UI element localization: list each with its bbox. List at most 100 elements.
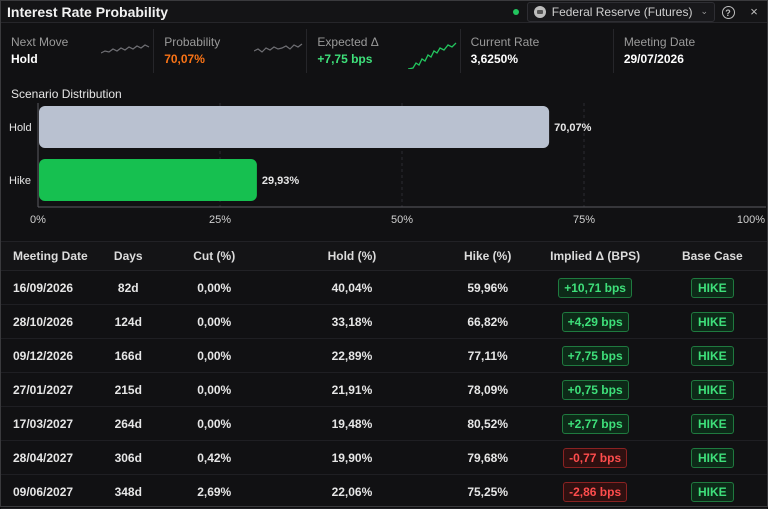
table-row[interactable]: 28/04/2027 306d 0,42% 19,90% 79,68% -0,77 bps… xyxy=(1,441,767,475)
cell-implied: -0,77 bps xyxy=(533,447,658,468)
close-button[interactable]: × xyxy=(741,4,767,19)
cell-meeting-date: 16/09/2026 xyxy=(13,280,74,295)
cell-implied: +7,75 bps xyxy=(533,345,658,366)
bar-hike[interactable] xyxy=(39,159,257,201)
table-row[interactable]: 27/01/2027 215d 0,00% 21,91% 78,09% +0,75 bps… xyxy=(1,373,767,407)
bar-value-label: 70,07% xyxy=(554,122,592,134)
cell-cut: 0,00% xyxy=(197,314,232,329)
cell-hold: 40,04% xyxy=(331,280,373,295)
cell-days: 264d xyxy=(114,416,142,431)
sparkline-icon xyxy=(407,42,457,69)
widget-header: Interest Rate Probability Federal Reserv… xyxy=(1,1,767,23)
metric-label: Meeting Date xyxy=(623,35,696,49)
cell-hike: 59,96% xyxy=(467,280,509,295)
metric-value: 29/07/2026 xyxy=(623,52,684,66)
base-case-badge: HIKE xyxy=(690,447,734,468)
x-tick-label: 75% xyxy=(573,214,595,226)
cell-hold: 22,06% xyxy=(331,484,373,499)
cell-implied: -2,86 bps xyxy=(533,481,658,502)
cell-base-case: HIKE xyxy=(658,345,767,366)
cell-cut: 0,00% xyxy=(197,416,232,431)
cell-days: 166d xyxy=(114,348,142,363)
implied-bps-badge: +7,75 bps xyxy=(561,345,629,366)
cell-days: 124d xyxy=(114,314,142,329)
metric-meeting-date: Meeting Date 29/07/2026 xyxy=(614,29,767,73)
meetings-table: Meeting Date Days Cut (%) Hold (%) Hike … xyxy=(1,241,767,509)
scenario-title: Scenario Distribution xyxy=(11,87,122,101)
cell-hold: 33,18% xyxy=(331,314,373,329)
x-tick-label: 50% xyxy=(391,214,413,226)
table-row[interactable]: 17/03/2027 264d 0,00% 19,48% 80,52% +2,77 bps… xyxy=(1,407,767,441)
cell-days: 348d xyxy=(114,484,142,499)
cell-days: 306d xyxy=(114,450,142,465)
cell-hike: 77,11% xyxy=(467,348,508,363)
category-label: Hike xyxy=(9,175,31,187)
cell-cut: 0,00% xyxy=(197,382,232,397)
header-cut[interactable]: Cut (%) xyxy=(167,249,261,263)
metrics-bar: Next Move Hold Probability 70,07% Expect… xyxy=(1,29,767,73)
table-row[interactable]: 28/10/2026 124d 0,00% 33,18% 66,82% +4,29 bps… xyxy=(1,305,767,339)
cell-cut: 0,00% xyxy=(197,280,232,295)
cell-base-case: HIKE xyxy=(658,413,767,434)
base-case-badge: HIKE xyxy=(690,481,734,502)
table-row[interactable]: 16/09/2026 82d 0,00% 40,04% 59,96% +10,71 bps… xyxy=(1,271,767,305)
base-case-badge: HIKE xyxy=(690,311,734,332)
header-base-case[interactable]: Base Case xyxy=(658,249,767,263)
base-case-badge: HIKE xyxy=(690,345,734,366)
category-label: Hold xyxy=(9,122,32,134)
chevron-down-icon: ⌄ xyxy=(700,6,708,16)
close-icon: × xyxy=(750,4,758,19)
metric-next-move: Next Move Hold xyxy=(1,29,155,73)
table-row[interactable]: 09/12/2026 166d 0,00% 22,89% 77,11% +7,75 bps… xyxy=(1,339,767,373)
cell-days: 82d xyxy=(117,280,139,295)
header-meeting-date[interactable]: Meeting Date xyxy=(1,249,89,263)
cell-cut: 0,00% xyxy=(197,348,232,363)
x-tick-label: 25% xyxy=(209,214,231,226)
cell-days: 215d xyxy=(114,382,142,397)
header-days[interactable]: Days xyxy=(89,249,167,263)
cell-meeting-date: 28/04/2027 xyxy=(13,450,74,465)
base-case-badge: HIKE xyxy=(690,379,734,400)
help-icon: ? xyxy=(721,6,735,20)
implied-bps-badge: +0,75 bps xyxy=(561,379,629,400)
table-body: 16/09/2026 82d 0,00% 40,04% 59,96% +10,71 bps… xyxy=(1,271,767,509)
cell-hike: 75,25% xyxy=(467,484,509,499)
live-status-dot-icon xyxy=(512,8,519,15)
header-implied[interactable]: Implied Δ (BPS) xyxy=(533,249,658,263)
cell-meeting-date: 09/12/2026 xyxy=(13,348,74,363)
help-button[interactable]: ? xyxy=(715,4,741,20)
header-hold[interactable]: Hold (%) xyxy=(261,249,443,263)
widget-frame: Interest Rate Probability Federal Reserv… xyxy=(0,0,768,509)
source-dropdown[interactable]: Federal Reserve (Futures) ⌄ xyxy=(526,1,715,22)
cell-base-case: HIKE xyxy=(658,379,767,400)
cell-hike: 66,82% xyxy=(467,314,509,329)
cell-base-case: HIKE xyxy=(658,311,767,332)
x-tick-label: 0% xyxy=(30,214,46,226)
cell-hold: 22,89% xyxy=(331,348,373,363)
bar-hold[interactable] xyxy=(39,106,550,148)
bar-value-label: 29,93% xyxy=(262,175,300,187)
widget-title: Interest Rate Probability xyxy=(7,3,169,20)
header-hike[interactable]: Hike (%) xyxy=(443,249,533,263)
metric-probability: Probability 70,07% xyxy=(154,29,308,73)
base-case-badge: HIKE xyxy=(690,413,734,434)
metric-current-rate: Current Rate 3,6250% xyxy=(461,29,614,73)
cell-hike: 79,68% xyxy=(467,450,509,465)
cell-base-case: HIKE xyxy=(658,277,767,298)
metric-expected-delta: Expected Δ +7,75 bps xyxy=(307,29,461,73)
cell-hike: 80,52% xyxy=(467,416,509,431)
implied-bps-badge: +4,29 bps xyxy=(561,311,629,332)
x-tick-label: 100% xyxy=(737,214,765,226)
cell-hike: 78,09% xyxy=(467,382,509,397)
scenario-distribution-chart: 70,07% Hold 29,93% Hike 0% 25% 50% 75% 100% xyxy=(9,103,766,226)
cell-implied: +0,75 bps xyxy=(533,379,658,400)
cell-implied: +10,71 bps xyxy=(533,277,658,298)
cell-base-case: HIKE xyxy=(658,447,767,468)
base-case-badge: HIKE xyxy=(690,277,734,298)
table-row[interactable]: 09/06/2027 348d 2,69% 22,06% 75,25% -2,86 bps… xyxy=(1,475,767,509)
cell-hold: 19,90% xyxy=(331,450,373,465)
cell-implied: +4,29 bps xyxy=(533,311,658,332)
sparkline-icon xyxy=(254,43,303,53)
bank-icon xyxy=(533,5,546,18)
cell-meeting-date: 28/10/2026 xyxy=(13,314,74,329)
